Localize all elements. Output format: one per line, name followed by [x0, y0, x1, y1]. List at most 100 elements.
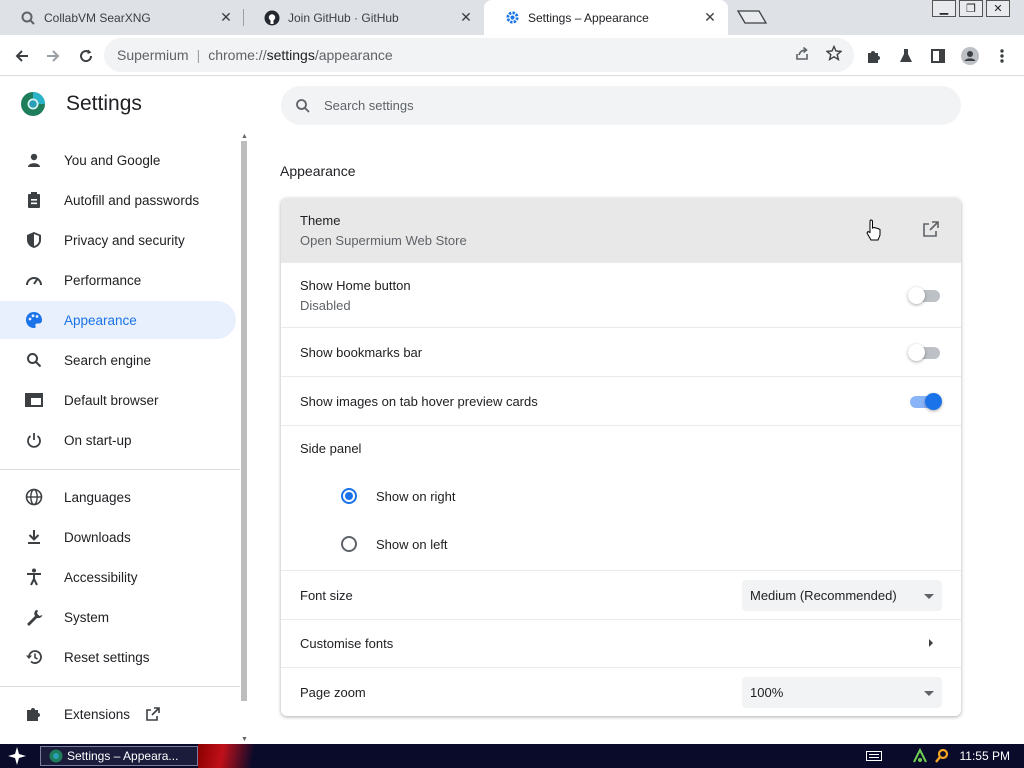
open-in-new-icon[interactable]: [922, 220, 940, 241]
search-tray-icon[interactable]: [934, 748, 950, 764]
sidebar-item-you-and-google[interactable]: You and Google: [0, 141, 236, 179]
radio-show-on-right[interactable]: Show on right: [341, 488, 456, 504]
address-bar[interactable]: Supermium | chrome://settings/appearance: [104, 38, 854, 72]
toggle-knob: [908, 287, 925, 304]
sidebar-item-default-browser[interactable]: Default browser: [0, 381, 236, 419]
close-tab-icon[interactable]: ✕: [218, 9, 234, 26]
tab-settings-appearance[interactable]: Settings – Appearance ✕: [484, 0, 728, 35]
settings-header: Settings: [20, 91, 142, 117]
sidebar-item-on-startup[interactable]: On start-up: [0, 421, 236, 459]
bookmarks-bar-row[interactable]: Show bookmarks bar: [281, 328, 961, 377]
hover-cards-row[interactable]: Show images on tab hover preview cards: [281, 377, 961, 426]
hover-cards-toggle[interactable]: [908, 393, 942, 410]
sidebar-item-appearance[interactable]: Appearance: [0, 301, 236, 339]
font-size-labels: Font size: [300, 588, 742, 603]
font-size-select[interactable]: Medium (Recommended): [742, 579, 942, 611]
sidebar-item-downloads[interactable]: Downloads: [0, 518, 236, 556]
radio-circle: [341, 536, 357, 552]
home-button-sublabel: Disabled: [300, 297, 351, 313]
extensions-puzzle-icon[interactable]: [863, 45, 885, 67]
customise-fonts-label: Customise fonts: [300, 636, 394, 651]
dropdown-caret-icon: [924, 593, 934, 599]
window-controls: ▁ ❐ ✕: [929, 0, 1010, 17]
os-taskbar: Settings – Appeara... 11:55 PM: [0, 744, 1024, 768]
taskbar-window-settings[interactable]: Settings – Appeara...: [40, 746, 198, 766]
close-window-button[interactable]: ✕: [986, 0, 1010, 17]
page-title: Settings: [66, 92, 142, 115]
network-icon[interactable]: [912, 748, 928, 764]
theme-sublabel: Open Supermium Web Store: [300, 232, 467, 248]
home-button-row[interactable]: Show Home button Disabled: [281, 263, 961, 328]
sidebar-item-label: You and Google: [64, 152, 161, 168]
back-button[interactable]: [9, 43, 35, 69]
share-icon[interactable]: [792, 43, 812, 63]
sidebar-item-autofill[interactable]: Autofill and passwords: [0, 181, 236, 219]
bookmarks-bar-labels: Show bookmarks bar: [300, 345, 908, 360]
reload-button[interactable]: [73, 43, 99, 69]
customise-fonts-row[interactable]: Customise fonts: [281, 620, 961, 668]
browser-window-icon: [24, 390, 44, 410]
scroll-up-arrow-icon[interactable]: ▲: [240, 133, 249, 141]
sidebar-item-accessibility[interactable]: Accessibility: [0, 558, 236, 596]
page-zoom-select[interactable]: 100%: [742, 676, 942, 708]
start-button[interactable]: [0, 744, 34, 768]
lab-flask-icon[interactable]: [895, 45, 917, 67]
scroll-down-arrow-icon[interactable]: ▼: [240, 736, 249, 744]
settings-sidebar: You and Google Autofill and passwords Pr…: [0, 139, 240, 744]
keyboard-icon[interactable]: [865, 748, 882, 764]
menu-dots-icon[interactable]: [991, 45, 1013, 67]
bookmark-star-icon[interactable]: [824, 43, 844, 63]
clock: 11:55 PM: [959, 749, 1010, 763]
search-icon: [296, 98, 310, 113]
person-icon: [24, 150, 44, 170]
globe-icon: [24, 487, 44, 507]
page-zoom-row: Page zoom 100%: [281, 668, 961, 716]
new-tab-button[interactable]: [736, 8, 768, 26]
tab-collabvm-searxng[interactable]: CollabVM SearXNG ✕: [0, 0, 244, 35]
font-size-row: Font size Medium (Recommended): [281, 571, 961, 620]
url-path: /appearance: [314, 47, 393, 63]
side-panel-icon[interactable]: [927, 45, 949, 67]
speedometer-icon: [24, 270, 44, 290]
section-title-appearance: Appearance: [280, 163, 356, 179]
close-tab-icon[interactable]: ✕: [458, 9, 474, 26]
search-placeholder: Search settings: [324, 98, 414, 113]
scrollbar-thumb[interactable]: [241, 141, 247, 701]
bookmarks-bar-toggle[interactable]: [908, 344, 942, 361]
tab-strip: CollabVM SearXNG ✕ Join GitHub · GitHub …: [0, 0, 1024, 35]
customise-fonts-labels: Customise fonts: [300, 636, 928, 651]
sidebar-item-label: Reset settings: [64, 649, 150, 665]
sidebar-item-performance[interactable]: Performance: [0, 261, 236, 299]
home-button-labels: Show Home button Disabled: [300, 278, 908, 313]
search-settings-input[interactable]: Search settings: [281, 86, 961, 125]
sidebar-item-label: Autofill and passwords: [64, 192, 200, 208]
sidebar-item-reset-settings[interactable]: Reset settings: [0, 638, 236, 676]
hover-cards-labels: Show images on tab hover preview cards: [300, 394, 908, 409]
restore-button[interactable]: ❐: [959, 0, 983, 17]
side-panel-labels: Side panel: [300, 441, 942, 456]
address-divider: |: [196, 47, 201, 63]
gear-icon: [504, 10, 520, 26]
tab-join-github[interactable]: Join GitHub · GitHub ✕: [244, 0, 484, 35]
sidebar-item-search-engine[interactable]: Search engine: [0, 341, 236, 379]
close-tab-icon[interactable]: ✕: [702, 9, 718, 26]
forward-button[interactable]: [40, 43, 66, 69]
sidebar-item-extensions[interactable]: Extensions: [0, 695, 236, 733]
sidebar-item-languages[interactable]: Languages: [0, 478, 236, 516]
sidebar-scrollbar[interactable]: ▲ ▼: [240, 133, 249, 744]
sidebar-item-system[interactable]: System: [0, 598, 236, 636]
sidebar-divider: [0, 686, 240, 687]
sidebar-item-privacy[interactable]: Privacy and security: [0, 221, 236, 259]
sidebar-item-label: Extensions: [64, 706, 131, 722]
theme-row[interactable]: Theme Open Supermium Web Store: [281, 198, 961, 263]
minimize-button[interactable]: ▁: [932, 0, 956, 17]
sidebar-item-label: On start-up: [64, 432, 132, 448]
profile-avatar-icon[interactable]: [959, 45, 981, 67]
system-tray: 11:55 PM: [865, 744, 1024, 768]
home-button-toggle[interactable]: [908, 287, 942, 304]
tab-title: CollabVM SearXNG: [44, 10, 151, 25]
theme-labels: Theme Open Supermium Web Store: [300, 213, 922, 248]
radio-show-on-left[interactable]: Show on left: [341, 536, 448, 552]
sidebar-item-label: Languages: [64, 489, 131, 505]
reset-history-icon: [24, 647, 44, 667]
